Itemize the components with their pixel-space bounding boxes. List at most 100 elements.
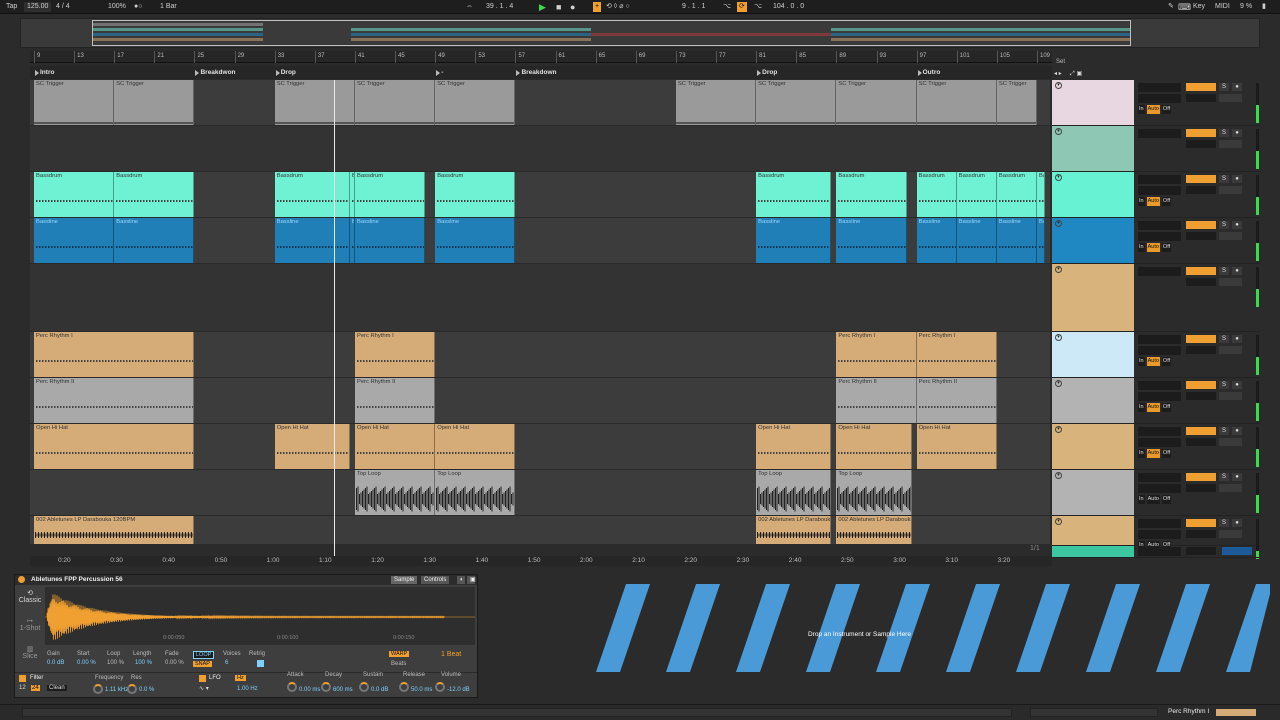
sample-waveform[interactable]: 0:00:050 0:00:100 0:00:150 (45, 587, 475, 645)
beat-time-ruler[interactable]: 9 13 17 21 25 29 33 37 41 45 49 53 57 61 65 69 73 77 81 85 8… (30, 51, 1052, 63)
track-activator[interactable] (1186, 519, 1216, 527)
master-output[interactable] (1138, 547, 1181, 556)
solo-button[interactable]: S (1219, 335, 1229, 343)
track-pan[interactable] (1219, 484, 1242, 492)
arm-icon[interactable]: ● (1232, 83, 1242, 91)
volume-value[interactable]: -12.0 dB (447, 687, 470, 693)
monitor-off[interactable]: Off (1161, 449, 1172, 458)
clip[interactable]: Perc Rhythm I (354, 332, 436, 377)
clip[interactable]: Open Hi Hat (274, 424, 350, 469)
io-chooser[interactable] (1138, 519, 1181, 528)
clip[interactable]: SC Trigger (996, 80, 1037, 125)
track-pan[interactable] (1219, 232, 1242, 240)
lane-perc-rhythm-ii[interactable]: Perc Rhythm II Perc Rhythm II Perc Rhythm … (30, 378, 1050, 424)
track-fold-icon[interactable]: ▾ (1055, 518, 1062, 525)
solo-button[interactable]: S (1219, 381, 1229, 389)
monitor-auto[interactable]: Auto (1146, 495, 1160, 504)
track-activator[interactable] (1186, 175, 1216, 183)
track-volume[interactable] (1186, 278, 1216, 286)
clip[interactable]: Bassdrum (114, 172, 195, 217)
group-fold-icon[interactable]: ▾ (1055, 128, 1062, 135)
track-header-bongo-loop[interactable]: ▾ In Auto Off S ● (1052, 516, 1260, 559)
io-chooser[interactable] (1138, 335, 1181, 344)
track-pan[interactable] (1219, 186, 1242, 194)
clip[interactable]: Perc Rhythm II (916, 378, 997, 423)
device-save-icon[interactable]: ◐ (457, 576, 465, 584)
lane-top-loop-group[interactable] (30, 264, 1050, 332)
track-volume[interactable] (1186, 232, 1216, 240)
track-pan[interactable] (1219, 346, 1242, 354)
track-header-top-loop-group[interactable]: ▾ S ● (1052, 264, 1260, 332)
clip[interactable]: Top Loop (354, 470, 436, 515)
fade-value[interactable]: 0.00 % (165, 660, 184, 666)
lane-open-hi-hat[interactable]: Open Hi Hat Open Hi Hat Open Hi Hat Open Hi… (30, 424, 1050, 470)
clip[interactable]: Bassline (836, 218, 907, 263)
mode-slice[interactable]: ▥ Slice (17, 645, 43, 660)
solo-button[interactable]: S (1219, 221, 1229, 229)
track-activator[interactable] (1186, 83, 1216, 91)
track-name[interactable]: ▾ (1052, 172, 1134, 217)
play-button[interactable]: ▶ (539, 2, 546, 12)
io-chooser[interactable] (1138, 427, 1181, 436)
punch-out-icon[interactable]: ⌥ (754, 2, 762, 12)
track-fold-icon[interactable]: ▾ (1055, 334, 1062, 341)
monitor-auto[interactable]: Auto (1146, 197, 1160, 206)
length-value[interactable]: 100 % (135, 660, 152, 666)
warp-mode[interactable]: Beats (391, 661, 406, 667)
clip[interactable]: Bassline (956, 218, 997, 263)
clip[interactable]: Bassdrum (836, 172, 907, 217)
track-header-sc-trigger[interactable]: ▾ In Auto Off S ● (1052, 80, 1260, 126)
clip[interactable]: Bassdrum (756, 172, 832, 217)
beat-value[interactable]: 1 Beat (441, 651, 461, 658)
solo-button[interactable]: S (1219, 519, 1229, 527)
master-volume[interactable] (1222, 547, 1252, 555)
monitor-auto[interactable]: Auto (1146, 357, 1160, 366)
arrangement-lanes[interactable]: SC Trigger SC Trigger SC Trigger SC Trigger… (30, 80, 1050, 544)
clip[interactable]: SC Trigger (675, 80, 757, 125)
track-header-perc-rhythm-ii[interactable]: ▾ In Auto Off S ● (1052, 378, 1260, 424)
set-locator-label[interactable]: Set (1056, 59, 1065, 65)
clip[interactable]: Perc Rhythm I (916, 332, 997, 377)
clip[interactable]: SC Trigger (756, 80, 837, 125)
clip[interactable]: Bassline (996, 218, 1037, 263)
solo-button[interactable]: S (1219, 473, 1229, 481)
track-pan[interactable] (1219, 140, 1242, 148)
monitor-auto[interactable]: Auto (1146, 105, 1160, 114)
clip[interactable]: Bassline (916, 218, 957, 263)
clip[interactable]: Bassline (274, 218, 350, 263)
monitor-off[interactable]: Off (1161, 243, 1172, 252)
start-value[interactable]: 0.00 % (77, 660, 96, 666)
mode-1shot[interactable]: ↦ 1-Shot (17, 617, 43, 632)
io-chooser[interactable] (1138, 267, 1181, 276)
master-name[interactable] (1052, 546, 1134, 557)
io-chooser[interactable] (1138, 83, 1181, 92)
lfo-toggle[interactable] (199, 675, 206, 682)
clip[interactable]: SC Trigger (435, 80, 516, 125)
solo-button[interactable]: S (1219, 83, 1229, 91)
time-signature[interactable]: 4 / 4 (56, 2, 70, 12)
io-chooser[interactable] (1138, 232, 1181, 241)
clip[interactable]: Open Hi Hat (354, 424, 436, 469)
locator-nav-icons[interactable]: ◂ ▸ ⤢ ▣ (1054, 70, 1082, 78)
io-chooser[interactable] (1138, 438, 1181, 447)
decay-knob[interactable] (321, 682, 331, 692)
lane-sc-trigger[interactable]: SC Trigger SC Trigger SC Trigger SC Trigger… (30, 80, 1050, 126)
clip[interactable]: Perc Rhythm II (34, 378, 195, 423)
arm-icon[interactable]: ● (1232, 129, 1242, 137)
song-position[interactable]: 39 . 1 . 4 (486, 2, 513, 12)
device-drop-area[interactable]: Drop an Instrument or Sample Here (484, 574, 1270, 698)
track-volume[interactable] (1186, 392, 1216, 400)
arm-icon[interactable]: ● (1232, 175, 1242, 183)
clip[interactable]: 002 Abletunes LP Darabouka 120BPM (34, 516, 195, 544)
track-name[interactable]: ▾ (1052, 470, 1134, 515)
track-volume[interactable] (1186, 530, 1216, 538)
track-activator[interactable] (1186, 221, 1216, 229)
track-name[interactable]: ▾ (1052, 516, 1134, 545)
frequency-value[interactable]: 1.11 kHz (105, 687, 128, 693)
track-header-kick-bass[interactable]: ▾ S ● (1052, 126, 1260, 172)
track-name[interactable]: ▾ (1052, 378, 1134, 423)
warp-button[interactable]: WARP (389, 651, 410, 657)
monitor-auto[interactable]: Auto (1146, 449, 1160, 458)
io-chooser[interactable] (1138, 94, 1181, 103)
locator-breakdown[interactable]: Breakdown (515, 67, 556, 78)
